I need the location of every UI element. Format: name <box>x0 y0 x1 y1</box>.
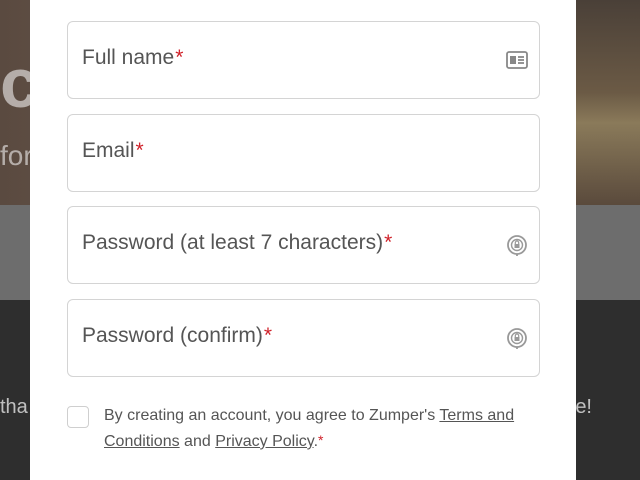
terms-text: By creating an account, you agree to Zum… <box>104 407 515 450</box>
password-label: Password (at least 7 characters)* <box>82 231 393 254</box>
password-confirm-field[interactable]: Password (confirm)* <box>67 299 540 377</box>
password-field[interactable]: Password (at least 7 characters)* <box>67 206 540 284</box>
required-mark: * <box>318 432 324 448</box>
hero-image-right <box>570 0 640 205</box>
signup-modal: Full name* Email* Password (at least 7 c… <box>30 0 576 480</box>
hero-subheading-fragment: for <box>0 140 33 171</box>
password-lock-icon[interactable] <box>505 233 529 257</box>
required-mark: * <box>135 139 144 162</box>
background-text-left: tha <box>0 396 28 418</box>
password-lock-icon[interactable] <box>505 326 529 350</box>
full-name-label: Full name* <box>82 46 184 69</box>
terms-checkbox[interactable] <box>67 406 89 428</box>
contact-card-icon <box>506 51 528 69</box>
email-label: Email* <box>82 139 144 162</box>
required-mark: * <box>263 324 273 347</box>
privacy-link[interactable]: Privacy Policy <box>215 433 313 450</box>
required-mark: * <box>175 46 184 69</box>
password-confirm-label: Password (confirm)* <box>82 324 273 347</box>
email-field[interactable]: Email* <box>67 114 540 192</box>
required-mark: * <box>384 231 393 254</box>
full-name-field[interactable]: Full name* <box>67 21 540 99</box>
background-text-right: e! <box>575 396 592 418</box>
